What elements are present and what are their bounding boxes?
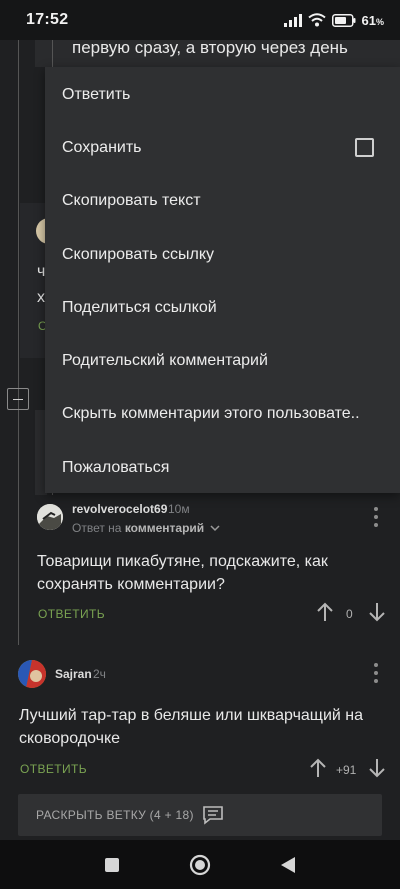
battery-level: 61% xyxy=(361,12,384,28)
downvote-icon-2[interactable] xyxy=(369,758,385,778)
checkbox-icon[interactable] xyxy=(355,138,374,158)
comment-text-2: Лучший тар-тар в беляше или шкварчащий н… xyxy=(19,707,364,747)
menu-item-label: Пожаловаться xyxy=(62,458,170,476)
menu-item-parent-comment[interactable]: Родительский комментарий xyxy=(45,334,400,387)
status-time: 17:52 xyxy=(26,11,69,28)
menu-item-save[interactable]: Сохранить xyxy=(45,121,400,174)
menu-item-reply[interactable]: Ответить xyxy=(45,68,400,121)
partial-text-2: х xyxy=(37,289,45,306)
downvote-icon[interactable] xyxy=(369,602,385,622)
collapse-icon[interactable] xyxy=(7,388,29,410)
menu-item-label: Скопировать текст xyxy=(62,192,201,210)
menu-item-label: Ответить xyxy=(62,85,131,103)
wifi-icon xyxy=(307,13,326,27)
menu-item-label: Родительский комментарий xyxy=(62,352,268,370)
reply-button[interactable]: ОТВЕТИТЬ xyxy=(38,607,105,621)
reply-button-2[interactable]: ОТВЕТИТЬ xyxy=(20,762,87,776)
back-triangle-icon[interactable] xyxy=(280,856,296,874)
expand-thread-label: РАСКРЫТЬ ВЕТКУ (4 + 18) xyxy=(36,808,194,822)
menu-item-copy-link[interactable]: Скопировать ссылку xyxy=(45,228,400,281)
menu-item-report[interactable]: Пожаловаться xyxy=(45,441,400,494)
status-bar: 17:52 61% xyxy=(0,0,400,40)
comment-author-2[interactable]: Sajran xyxy=(55,667,92,681)
comment-bubble-icon xyxy=(202,806,223,825)
comment-time: 10м xyxy=(168,502,190,516)
home-square-icon[interactable] xyxy=(104,857,120,873)
vote-count: 0 xyxy=(346,607,353,621)
screen: 17:52 61% первую сразу, а вторую через д… xyxy=(0,0,400,889)
expand-thread-button[interactable]: РАСКРЫТЬ ВЕТКУ (4 + 18) xyxy=(18,794,382,836)
upvote-icon-2[interactable] xyxy=(310,758,326,778)
reply-to[interactable]: Ответ на комментарий xyxy=(72,521,220,535)
vote-count-2: +91 xyxy=(336,763,357,777)
avatar-revolverocelot69[interactable] xyxy=(37,504,63,530)
menu-item-hide-user-comments[interactable]: Скрыть комментарии этого пользовате.. xyxy=(45,388,400,441)
menu-item-copy-text[interactable]: Скопировать текст xyxy=(45,175,400,228)
battery-icon xyxy=(331,13,356,27)
kebab-menu-icon[interactable] xyxy=(373,507,379,527)
menu-item-label: Сохранить xyxy=(62,138,142,156)
navigation-bar xyxy=(0,840,400,889)
menu-item-label: Скрыть комментарии этого пользовате.. xyxy=(62,405,360,423)
comment-time-2: 2ч xyxy=(93,667,106,681)
comment-author[interactable]: revolverocelot69 xyxy=(72,502,167,516)
chevron-down-icon xyxy=(209,525,220,532)
context-menu: Ответить Сохранить Скопировать текст Ско… xyxy=(45,67,400,493)
menu-item-label: Скопировать ссылку xyxy=(62,245,215,263)
signal-icon xyxy=(283,13,302,27)
kebab-menu-icon-2[interactable] xyxy=(373,663,379,683)
comment-text: Товарищи пикабутяне, подскажите, как сох… xyxy=(37,553,328,593)
menu-item-label: Поделиться ссылкой xyxy=(62,298,217,316)
home-circle-icon[interactable] xyxy=(189,854,211,876)
thread-line xyxy=(18,40,19,645)
status-icons: 61% xyxy=(283,12,384,28)
thread-line-nested xyxy=(52,40,53,68)
avatar-sajran[interactable] xyxy=(18,660,46,688)
menu-item-share-link[interactable]: Поделиться ссылкой xyxy=(45,281,400,334)
upvote-icon[interactable] xyxy=(317,602,333,622)
